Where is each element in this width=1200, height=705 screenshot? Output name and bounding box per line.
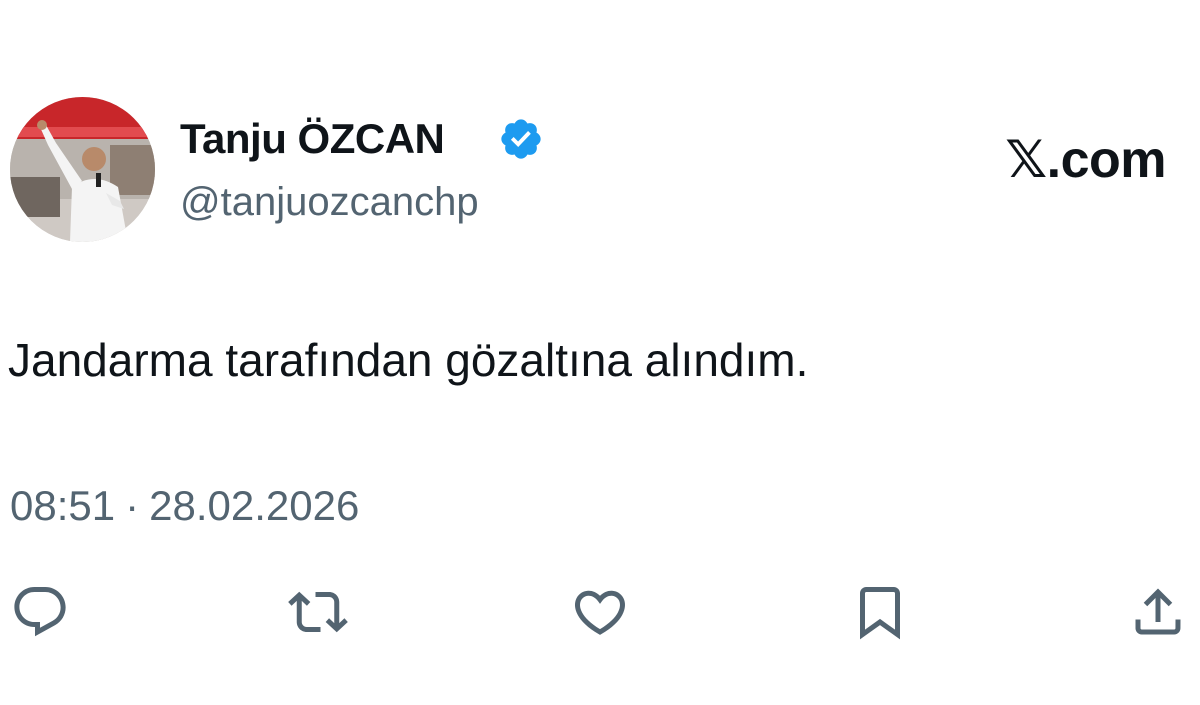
heart-icon [574, 590, 626, 635]
meta-separator: · [125, 482, 140, 529]
reply-icon [14, 587, 66, 637]
repost-button[interactable] [286, 580, 350, 644]
tweet-text: Jandarma tarafından gözaltına alındım. [8, 334, 809, 386]
repost-icon [288, 591, 348, 633]
author-name[interactable]: Tanju ÖZCAN [180, 113, 445, 165]
verified-badge-icon [501, 119, 541, 159]
avatar[interactable] [10, 97, 155, 242]
reply-button[interactable] [8, 580, 72, 644]
tweet-card: Tanju ÖZCAN @tanjuozcanchp 𝕏.com Jandarm… [0, 0, 1200, 705]
tweet-time: 08:51 [10, 482, 116, 529]
author-handle[interactable]: @tanjuozcanchp [180, 176, 479, 228]
tweet-timestamp[interactable]: 08:51 · 28.02.2026 [10, 478, 359, 534]
like-button[interactable] [568, 580, 632, 644]
share-icon [1135, 588, 1181, 635]
bookmark-button[interactable] [848, 580, 912, 644]
x-logo: 𝕏.com [1005, 131, 1166, 189]
share-button[interactable] [1126, 580, 1190, 644]
bookmark-icon [860, 587, 900, 640]
tweet-date: 28.02.2026 [149, 482, 360, 529]
